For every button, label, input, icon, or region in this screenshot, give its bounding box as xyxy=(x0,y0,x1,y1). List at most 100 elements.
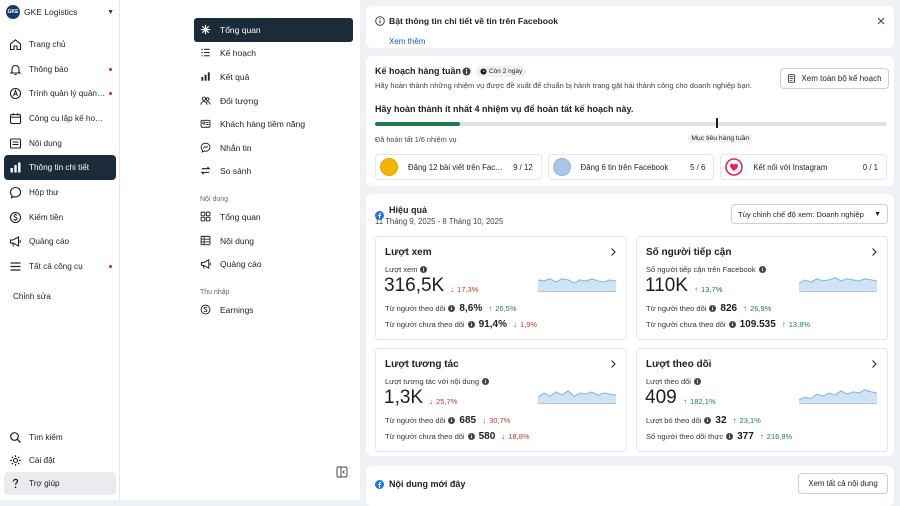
info-icon[interactable] xyxy=(467,321,475,328)
nav-item-noi-dung[interactable]: Nội dung xyxy=(4,131,116,156)
info-icon[interactable] xyxy=(420,266,428,273)
arrow-up-icon: ↑ xyxy=(683,397,687,406)
info-icon[interactable] xyxy=(462,67,471,76)
recent-content-title: Nội dung mới đây xyxy=(389,479,466,489)
nav-item-cai-dat[interactable]: Cài đặt xyxy=(4,449,116,472)
breakdown-delta: ↑ 26,9% xyxy=(743,304,771,313)
edit-nav-link[interactable]: Chỉnh sửa xyxy=(13,292,51,301)
metric-card-luot-theo-doi[interactable]: Lượt theo dõi Lượt theo dõi 409 ↑ 182,1% Lượt… xyxy=(636,348,888,452)
collapse-panel-icon[interactable] xyxy=(336,466,348,478)
section-item-ke-hoach[interactable]: Kế hoạch xyxy=(194,42,353,66)
info-icon[interactable] xyxy=(482,378,490,385)
nav-item-cong-cu-lap-ke-hoach[interactable]: Công cụ lập kế hoạch xyxy=(4,106,116,131)
info-icon[interactable] xyxy=(728,321,736,328)
banner-see-more-link[interactable]: Xem thêm xyxy=(389,37,425,46)
document-icon xyxy=(788,74,796,83)
leads-icon xyxy=(200,118,212,130)
metric-breakdown-row: Số người theo dõi thực 377 ↑ 216,8% xyxy=(646,431,792,442)
metric-value: 110K xyxy=(645,275,688,296)
account-switcher[interactable]: GKE GKE Logistics ▼ xyxy=(6,3,114,21)
nav-item-label: Cài đặt xyxy=(29,456,55,465)
metric-card-so-nguoi-tiep-can[interactable]: Số người tiếp cận Số người tiếp cận trên … xyxy=(636,236,888,340)
chevron-right-icon[interactable] xyxy=(609,247,617,257)
info-icon xyxy=(375,16,385,26)
section-item-ket-qua[interactable]: Kết quả xyxy=(194,65,353,89)
task-count: 5 / 6 xyxy=(690,162,706,172)
metric-sparkline xyxy=(799,382,877,404)
metric-delta: ↑ 182,1% xyxy=(683,397,716,406)
close-icon[interactable] xyxy=(876,16,886,26)
metric-subtitle: Lượt xem xyxy=(385,265,428,274)
arrow-down-icon: ↓ xyxy=(512,320,517,329)
nav-item-tro-giup[interactable]: Trợ giúp xyxy=(4,472,116,495)
metric-card-luot-xem[interactable]: Lượt xem Lượt xem 316,5K ↓ 17,3% Từ người the… xyxy=(375,236,627,340)
section-item-tong-quan[interactable]: Tổng quan xyxy=(194,18,353,42)
arrow-up-icon: ↑ xyxy=(732,416,737,425)
task-count: 0 / 1 xyxy=(862,162,879,172)
task-item[interactable]: Kết nối với Instagram 0 / 1 xyxy=(720,154,888,180)
income-section-heading: Thu nhập xyxy=(200,288,230,296)
nav-item-label: Thông tin chi tiết xyxy=(29,163,90,173)
info-icon[interactable] xyxy=(467,433,475,440)
section-item-quang-cao[interactable]: Quảng cáo xyxy=(194,252,353,276)
info-icon[interactable] xyxy=(693,378,701,385)
breakdown-value: 91,4% xyxy=(478,319,507,330)
metric-card-luot-tuong-tac[interactable]: Lượt tương tác Lượt tương tác với nội dun… xyxy=(375,348,627,452)
info-icon[interactable] xyxy=(726,433,734,440)
chevron-right-icon[interactable] xyxy=(609,359,617,369)
results-icon xyxy=(200,71,212,83)
info-icon[interactable] xyxy=(709,305,717,312)
breakdown-delta: ↓ 18,8% xyxy=(501,432,529,441)
insights-section-nav: Tổng quan Kế hoạch Kết quả Đối tượng Khách h… xyxy=(120,0,360,500)
nav-item-tat-ca-cong-cu[interactable]: Tất cả công cụ xyxy=(4,254,116,279)
recent-content-card: Nội dung mới đây Xem tất cả nội dung xyxy=(366,466,894,506)
home-icon xyxy=(9,38,22,51)
breakdown-delta: ↑ 216,8% xyxy=(760,432,792,441)
section-item-doi-tuong[interactable]: Đối tượng xyxy=(194,89,353,113)
info-icon[interactable] xyxy=(758,266,766,273)
breakdown-delta: ↑ 13,8% xyxy=(782,320,810,329)
metric-sparkline xyxy=(799,270,877,292)
breakdown-delta-value: 18,8% xyxy=(508,432,530,441)
chevron-right-icon[interactable] xyxy=(870,359,878,369)
section-item-tong-quan[interactable]: Tổng quan xyxy=(194,205,353,229)
section-item-so-sanh[interactable]: So sánh xyxy=(194,160,353,184)
view-all-content-button[interactable]: Xem tất cả nội dung xyxy=(798,473,888,494)
nav-item-tim-kiem[interactable]: Tìm kiếm xyxy=(4,426,116,449)
breakdown-label: Số người theo dõi thực xyxy=(646,432,724,441)
chevron-right-icon[interactable] xyxy=(870,247,878,257)
nav-item-label: Nội dung xyxy=(29,138,62,148)
task-item[interactable]: Đăng 6 tin trên Facebook 5 / 6 xyxy=(547,154,715,180)
arrow-down-icon: ↓ xyxy=(482,416,487,425)
nav-item-hop-thu[interactable]: Hộp thư xyxy=(4,180,116,205)
info-icon[interactable] xyxy=(448,417,456,424)
section-item-label: Earnings xyxy=(220,304,254,315)
nav-item-trinh-quan-ly-quang[interactable]: Trình quản lý quảng ... xyxy=(4,81,116,106)
task-icon xyxy=(552,158,571,176)
section-item-nhan-tin[interactable]: Nhắn tin xyxy=(194,136,353,160)
weekly-plan-card: Kế hoạch hàng tuần Còn 2 ngày Hãy hoàn t… xyxy=(366,56,894,186)
breakdown-value: 109.535 xyxy=(739,319,776,330)
info-icon[interactable] xyxy=(448,305,456,312)
breakdown-value: 377 xyxy=(737,431,754,442)
nav-item-kiem-tien[interactable]: Kiếm tiền xyxy=(4,205,116,230)
nav-item-thong-bao[interactable]: Thông báo xyxy=(4,57,116,82)
metric-delta: ↑ 13,7% xyxy=(694,285,723,294)
view-full-plan-button[interactable]: Xem toàn bộ kế hoạch xyxy=(780,68,889,89)
metric-delta-value: 13,7% xyxy=(701,285,723,294)
metric-title: Lượt tương tác xyxy=(385,359,459,370)
nav-item-thong-tin-chi-tiet[interactable]: Thông tin chi tiết xyxy=(4,155,116,181)
nav-item-trang-chu[interactable]: Trang chủ xyxy=(4,32,116,57)
info-icon[interactable] xyxy=(704,417,712,424)
section-item-khach-hang-tiem-nang[interactable]: Khách hàng tiềm năng xyxy=(194,112,353,136)
menu-icon xyxy=(9,260,22,273)
breakdown-delta-value: 23,1% xyxy=(739,416,761,425)
section-item-noi-dung[interactable]: Nội dung xyxy=(194,229,353,253)
view-mode-dropdown[interactable]: Tùy chỉnh chế độ xem: Doanh nghiệp ▼ xyxy=(731,204,888,224)
nav-item-quang-cao[interactable]: Quảng cáo xyxy=(4,230,116,255)
performance-date-range: 11 Tháng 9, 2025 - 8 Tháng 10, 2025 xyxy=(375,217,504,226)
metric-breakdown-row: Từ người theo dõi 685 ↓ 30,7% xyxy=(385,415,510,426)
section-item-earnings[interactable]: Earnings xyxy=(194,298,353,322)
view-full-plan-label: Xem toàn bộ kế hoạch xyxy=(801,74,882,83)
task-item[interactable]: Đăng 12 bài viết trên Faceb... 9 / 12 xyxy=(375,154,542,180)
